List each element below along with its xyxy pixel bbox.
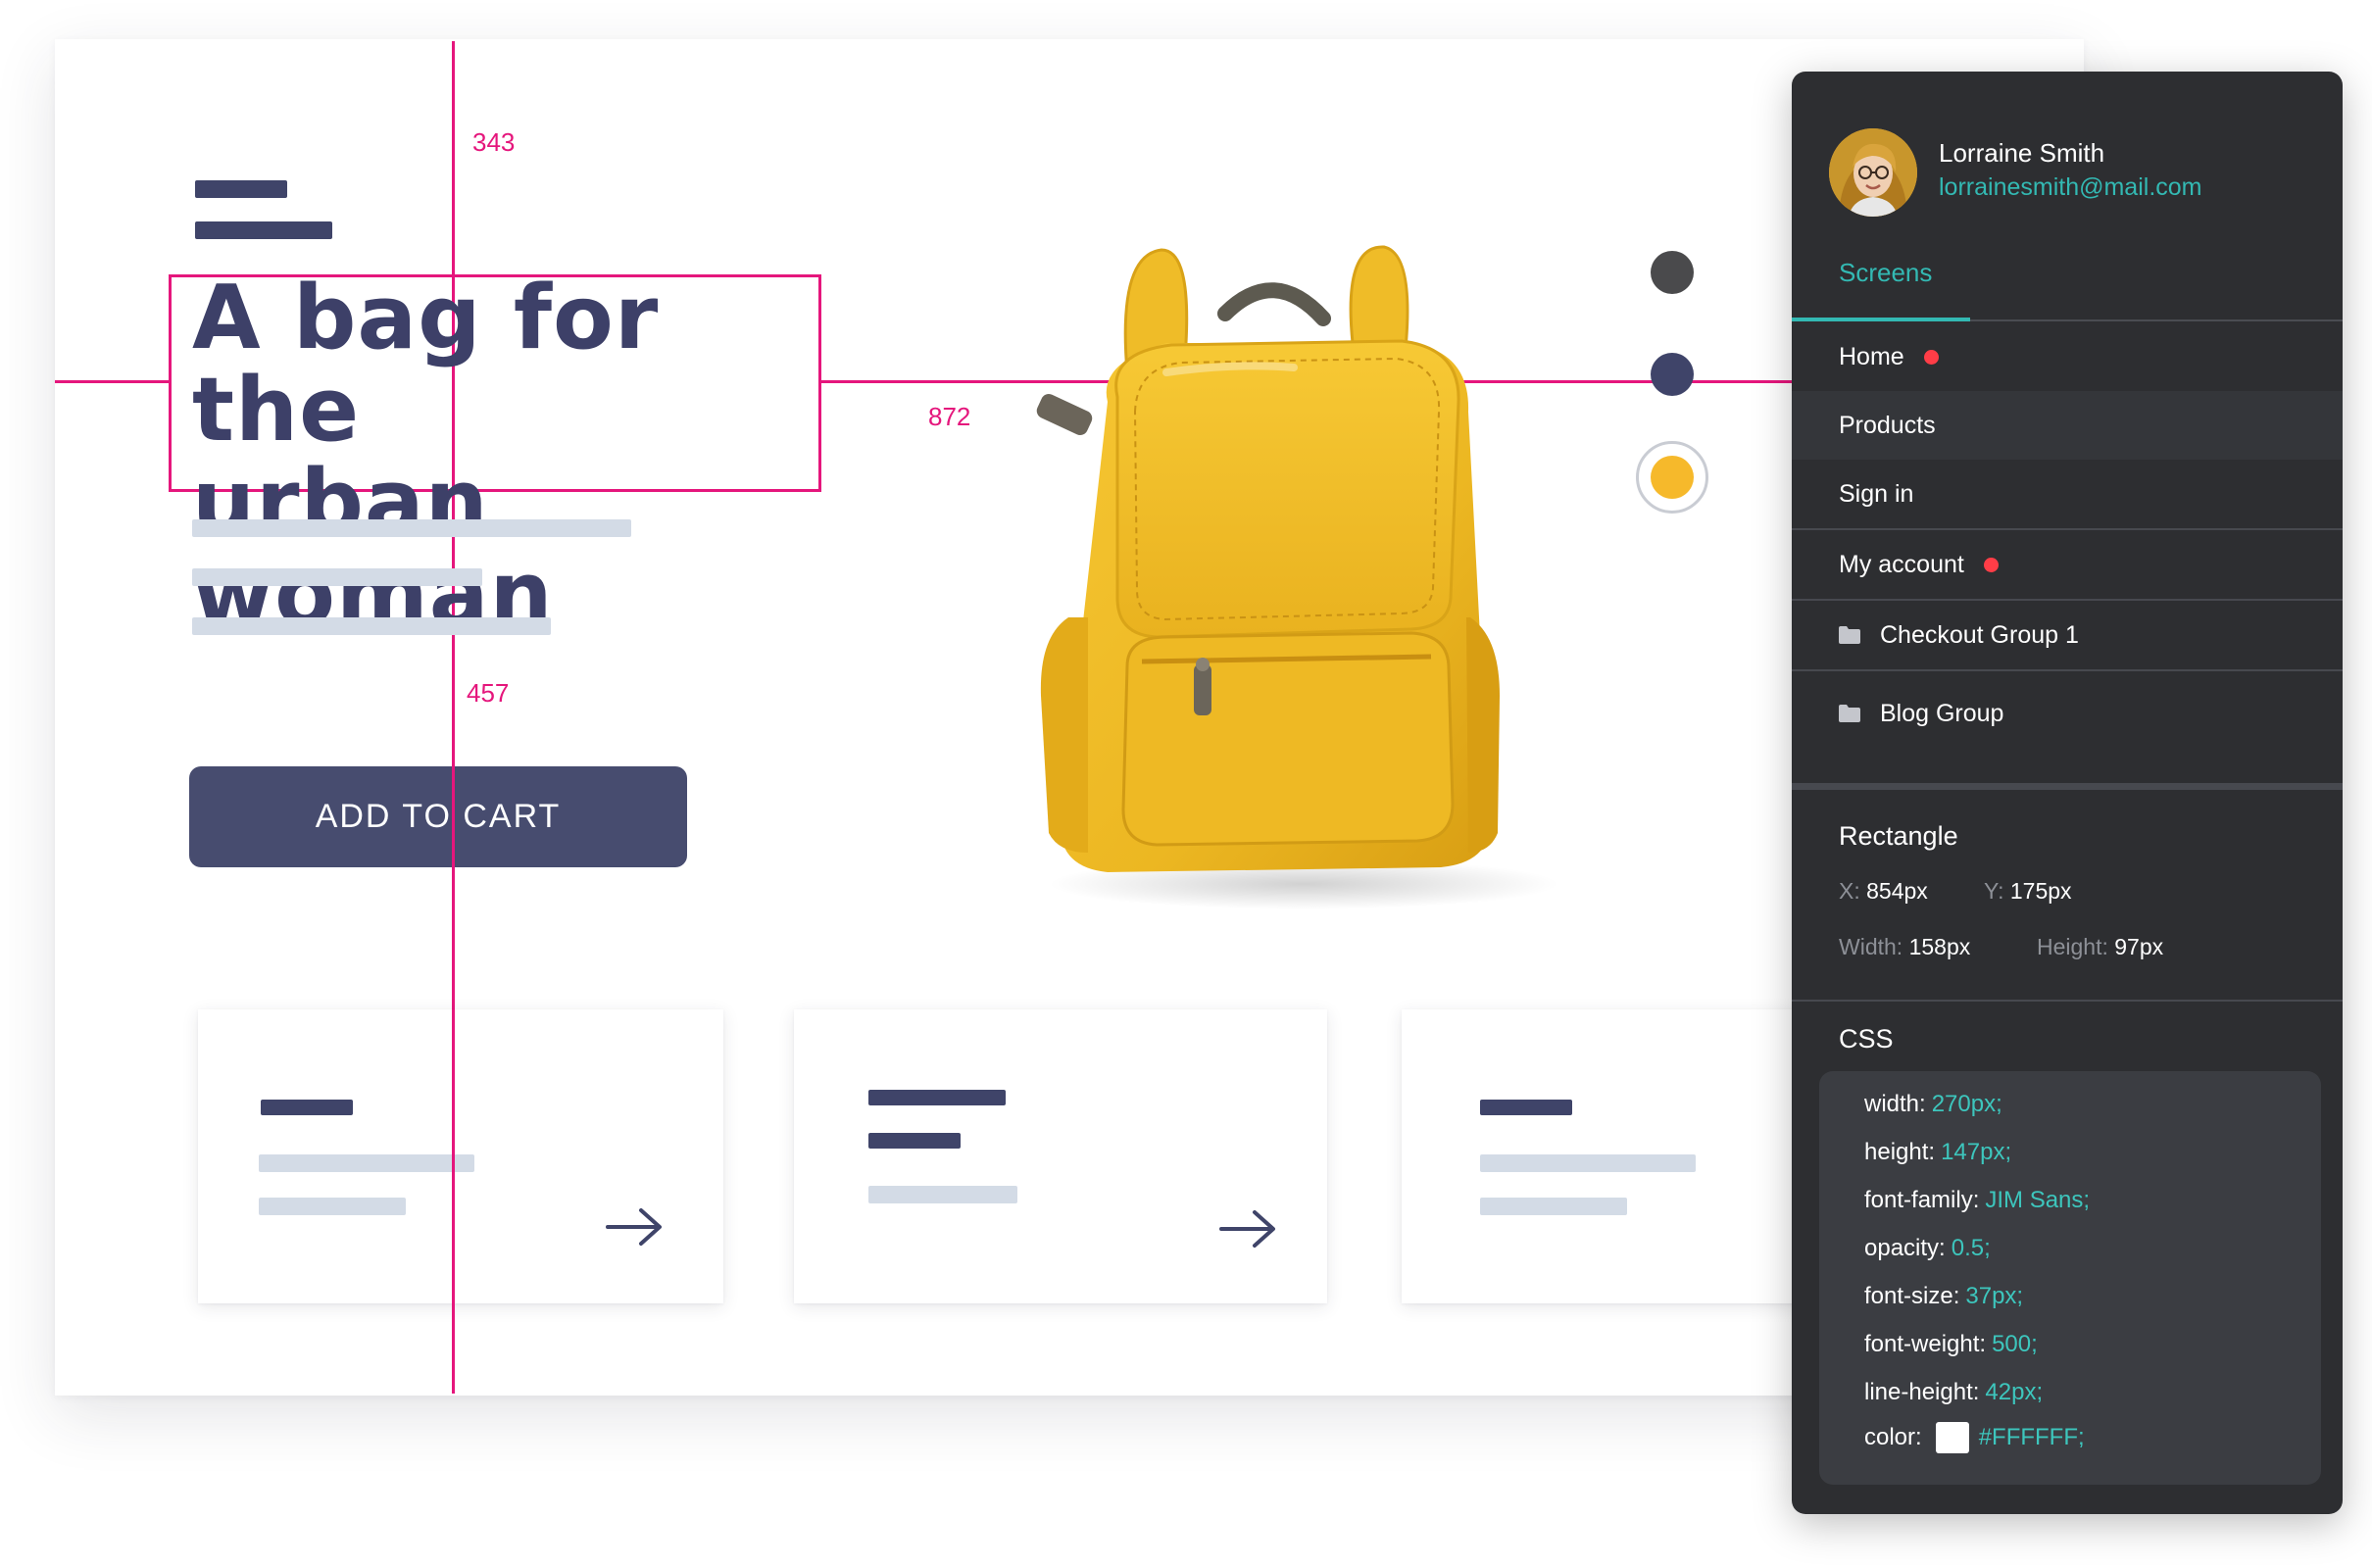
css-line: font-weight: 500; — [1864, 1331, 2038, 1357]
css-code-block[interactable]: width: 270px; height: 147px; font-family: J… — [1819, 1071, 2321, 1485]
prop-height: Height: 97px — [2037, 934, 2164, 959]
card-text-placeholder — [259, 1198, 406, 1215]
nav-item-products[interactable]: Products — [1792, 391, 2343, 460]
nav-divider — [1792, 669, 2343, 671]
section-divider — [1792, 1000, 2343, 1002]
css-line: font-family: JIM Sans; — [1864, 1187, 2091, 1213]
nav-item-label: Home — [1839, 342, 1904, 370]
description-placeholder-line — [192, 568, 482, 586]
notification-dot — [1923, 349, 1939, 365]
nav-item-label: Sign in — [1839, 479, 1914, 508]
card-title-placeholder — [1480, 1100, 1572, 1115]
color-swatch-yellow[interactable] — [1651, 456, 1694, 499]
feature-card[interactable] — [1402, 1009, 1813, 1303]
user-email-link[interactable]: lorrainesmith@mail.com — [1939, 173, 2202, 202]
inspector-panel: Lorraine Smith lorrainesmith@mail.com Sc… — [1792, 72, 2343, 1514]
tab-screens[interactable]: Screens — [1792, 253, 1970, 296]
tab-active-indicator — [1792, 318, 1970, 321]
css-line: color: #FFFFFF; — [1864, 1422, 2085, 1453]
prop-width: Width: 158px — [1839, 934, 1971, 959]
description-placeholder-line — [192, 519, 631, 537]
folder-icon — [1839, 705, 1860, 722]
user-name: Lorraine Smith — [1939, 138, 2105, 168]
arrow-right-icon[interactable] — [606, 1207, 663, 1247]
guide-measure-bottom: 457 — [467, 678, 510, 708]
section-divider — [1792, 783, 2343, 790]
nav-item-label: Products — [1839, 411, 1936, 439]
hero-title-line-2: urban woman — [192, 451, 554, 646]
card-text-placeholder — [868, 1186, 1017, 1203]
nav-item-sign-in[interactable]: Sign in — [1792, 460, 2343, 528]
folder-icon — [1839, 626, 1860, 644]
nav-item-checkout-group[interactable]: Checkout Group 1 — [1792, 601, 2343, 669]
card-text-placeholder — [1480, 1154, 1696, 1172]
prop-y: Y: 175px — [1984, 878, 2072, 904]
selection-title: Rectangle — [1839, 821, 1958, 851]
card-title-placeholder — [868, 1090, 1006, 1105]
menu-icon-bar-top — [195, 180, 287, 198]
card-text-placeholder — [1480, 1198, 1627, 1215]
card-text-placeholder — [259, 1154, 474, 1172]
card-title-placeholder — [868, 1133, 961, 1149]
card-title-placeholder — [261, 1100, 353, 1115]
css-line: opacity: 0.5; — [1864, 1235, 1991, 1261]
css-line: width: 270px; — [1864, 1091, 2002, 1117]
feature-card[interactable] — [794, 1009, 1327, 1303]
backpack-image — [1036, 245, 1558, 909]
guide-measure-top: 343 — [472, 127, 516, 157]
vertical-guide-line-overlay — [452, 1009, 455, 1394]
css-section-title: CSS — [1839, 1024, 1894, 1054]
nav-item-label: Checkout Group 1 — [1880, 620, 2079, 649]
color-swatch-dark-gray[interactable] — [1651, 251, 1694, 294]
color-chip[interactable] — [1935, 1422, 1969, 1453]
notification-dot — [1983, 557, 1999, 572]
avatar[interactable] — [1829, 128, 1917, 217]
horizontal-guide-line-left — [55, 380, 169, 383]
css-line: height: 147px; — [1864, 1139, 2012, 1165]
add-to-cart-button[interactable]: ADD TO CART — [189, 766, 687, 867]
nav-item-home[interactable]: Home — [1792, 322, 2343, 391]
nav-item-label: Blog Group — [1880, 699, 2004, 727]
guide-measure-right: 872 — [928, 402, 971, 431]
feature-card[interactable] — [198, 1009, 723, 1303]
hero-title-line-1: A bag for the — [192, 267, 660, 462]
nav-item-label: My account — [1839, 550, 1964, 578]
css-line: font-size: 37px; — [1864, 1283, 2024, 1309]
css-line: line-height: 42px; — [1864, 1379, 2044, 1405]
nav-item-my-account[interactable]: My account — [1792, 530, 2343, 599]
color-swatch-navy[interactable] — [1651, 353, 1694, 396]
prop-x: X: 854px — [1839, 878, 1928, 904]
arrow-right-icon[interactable] — [1219, 1209, 1276, 1249]
menu-icon-bar-bottom — [195, 221, 332, 239]
description-placeholder-line — [192, 617, 551, 635]
nav-item-blog-group[interactable]: Blog Group — [1792, 679, 2343, 748]
vertical-guide-line-overlay — [452, 766, 455, 867]
